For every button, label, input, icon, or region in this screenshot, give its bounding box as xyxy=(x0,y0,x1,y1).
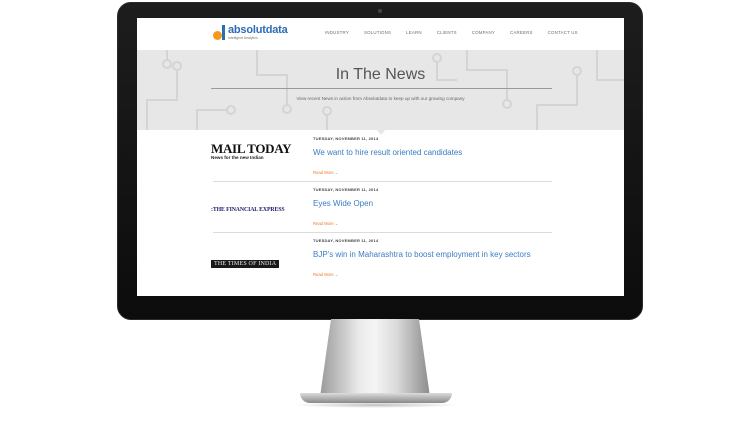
news-headline-link[interactable]: We want to hire result oriented candidat… xyxy=(313,148,462,157)
chevron-down-icon: ⌄ xyxy=(334,170,339,175)
news-list: MAIL TODAY News for the new Indian TUESD… xyxy=(137,130,624,296)
nav-clients[interactable]: CLIENTS xyxy=(437,30,457,35)
nav-industry[interactable]: INDUSTRY xyxy=(325,30,349,35)
nav-solutions[interactable]: SOLUTIONS xyxy=(364,30,391,35)
mail-today-logo: MAIL TODAY News for the new Indian xyxy=(211,141,292,160)
page-title: In The News xyxy=(335,66,426,83)
news-item: THE TIMES OF INDIA TUESDAY, NOVEMBER 11,… xyxy=(137,232,624,283)
news-item: :THE FINANCIAL EXPRESS TUESDAY, NOVEMBER… xyxy=(137,181,624,233)
read-more-link[interactable]: Read More ⌄ xyxy=(313,272,338,277)
read-more-link[interactable]: Read More ⌄ xyxy=(313,170,338,175)
logo-mark-icon xyxy=(213,25,226,40)
title-divider xyxy=(211,88,552,89)
nav-contact-us[interactable]: CONTACT US xyxy=(548,30,578,35)
chevron-down-icon: ⌄ xyxy=(334,221,339,226)
times-of-india-logo: THE TIMES OF INDIA xyxy=(211,260,280,268)
nav-company[interactable]: COMPANY xyxy=(472,30,495,35)
brand-logo[interactable]: absolutdata Intelligent Analytics xyxy=(213,25,288,41)
circuit-pattern xyxy=(146,50,624,130)
top-navbar: absolutdata Intelligent Analytics INDUST… xyxy=(137,18,624,50)
financial-express-logo: :THE FINANCIAL EXPRESS xyxy=(211,207,285,213)
main-nav: INDUSTRY SOLUTIONS LEARN CLIENTS COMPANY… xyxy=(325,30,593,35)
chevron-down-icon: ⌄ xyxy=(334,272,339,277)
brand-name: absolutdata xyxy=(228,24,288,36)
nav-careers[interactable]: CAREERS xyxy=(510,30,533,35)
news-date: TUESDAY, NOVEMBER 11, 2014 xyxy=(313,187,379,192)
website-screen: absolutdata Intelligent Analytics INDUST… xyxy=(137,18,624,296)
monitor-stand xyxy=(320,319,430,397)
read-more-link[interactable]: Read More ⌄ xyxy=(313,221,338,226)
monitor-base-shadow xyxy=(292,402,460,408)
news-date: TUESDAY, NOVEMBER 11, 2014 xyxy=(313,136,379,141)
page-subtitle: View recent News in action from Absolutd… xyxy=(296,96,465,101)
news-headline-link[interactable]: BJP's win in Maharashtra to boost employ… xyxy=(313,250,531,259)
nav-learn[interactable]: LEARN xyxy=(406,30,422,35)
brand-tagline: Intelligent Analytics xyxy=(228,36,258,40)
news-item: MAIL TODAY News for the new Indian TUESD… xyxy=(137,130,624,182)
news-date: TUESDAY, NOVEMBER 11, 2014 xyxy=(313,238,379,243)
hero-banner: In The News View recent News in action f… xyxy=(137,50,624,130)
camera-dot xyxy=(378,9,382,13)
news-headline-link[interactable]: Eyes Wide Open xyxy=(313,199,373,208)
